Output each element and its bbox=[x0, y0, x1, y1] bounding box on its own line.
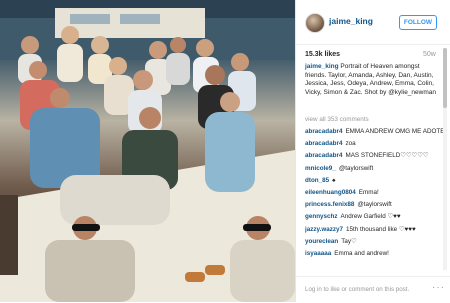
comment-username[interactable]: jazzy.wazzy7 bbox=[305, 226, 343, 233]
group-photo-illustration bbox=[0, 0, 295, 302]
post-header: jaime_king FOLLOW bbox=[296, 0, 450, 45]
comment-text: Emma and andrew! bbox=[334, 249, 389, 257]
comment-list: abracadabr4EMMA ANDREW OMG ME ADOTEM I L… bbox=[305, 126, 443, 260]
comment-username[interactable]: gennyschz bbox=[305, 213, 338, 220]
more-options-icon[interactable]: ··· bbox=[432, 282, 445, 293]
comment-item: youreclean Tay♡ bbox=[305, 236, 443, 248]
comment-item: mnicole9_ @taylorswift bbox=[305, 163, 443, 175]
comment-username[interactable]: princess.fenix88 bbox=[305, 201, 354, 208]
comment-text: 15th thousand like ♡♥♥♥ bbox=[346, 225, 416, 233]
post-age[interactable]: 50w bbox=[423, 51, 436, 58]
post-caption: jaime_king Portrait of Heaven amongst fr… bbox=[305, 63, 439, 97]
comment-item: abracadabr4 MAS STONEFIELD♡♡♡♡♡ bbox=[305, 150, 443, 162]
post-sidebar: jaime_king FOLLOW 15.3k likes 50w jaime_… bbox=[295, 0, 450, 302]
comment-text: @taylorswift bbox=[338, 164, 374, 172]
comment-username[interactable]: abracadabr4 bbox=[305, 140, 342, 147]
comment-text: Emma! bbox=[358, 188, 379, 196]
scrollbar-thumb[interactable] bbox=[443, 48, 447, 108]
comment-username[interactable]: mnicole9_ bbox=[305, 165, 336, 172]
comment-username[interactable]: abracadabr4 bbox=[305, 128, 342, 135]
login-prompt[interactable]: Log in to like or comment on this post. bbox=[305, 286, 409, 293]
comment-username[interactable]: isyaaaaa bbox=[305, 250, 331, 257]
comment-text: MAS STONEFIELD♡♡♡♡♡ bbox=[345, 152, 429, 160]
post-footer: Log in to like or comment on this post. … bbox=[296, 276, 450, 303]
caption-username[interactable]: jaime_king bbox=[305, 63, 339, 70]
comment-item: isyaaaaa Emma and andrew! bbox=[305, 248, 443, 260]
comment-item: gennyschz Andrew Garfield ♡♥♥ bbox=[305, 211, 443, 223]
comment-item: jazzy.wazzy7 15th thousand like ♡♥♥♥ bbox=[305, 224, 443, 236]
comment-username[interactable]: youreclean bbox=[305, 238, 338, 245]
comment-item: dton_85 ♠ bbox=[305, 175, 443, 187]
comment-item: princess.fenix88 @taylorswift bbox=[305, 199, 443, 211]
comment-username[interactable]: abracadabr4 bbox=[305, 152, 342, 159]
comment-text: EMMA ANDREW OMG ME ADOTEM I LOVE YOU bbox=[345, 128, 443, 135]
likes-count[interactable]: 15.3k likes bbox=[305, 51, 340, 58]
post-username[interactable]: jaime_king bbox=[329, 16, 373, 26]
comment-item: abracadabr4 zoa bbox=[305, 138, 443, 150]
view-all-comments-link[interactable]: view all 353 comments bbox=[305, 116, 369, 123]
comment-text: Andrew Garfield ♡♥♥ bbox=[340, 213, 401, 221]
comment-item: abracadabr4EMMA ANDREW OMG ME ADOTEM I L… bbox=[305, 126, 443, 138]
comment-text: Tay♡ bbox=[341, 237, 357, 245]
avatar[interactable] bbox=[305, 13, 325, 33]
comment-text: @taylorswift bbox=[357, 201, 392, 209]
post-photo[interactable] bbox=[0, 0, 295, 302]
comment-text: ♠ bbox=[332, 176, 336, 184]
comments-scrollbar[interactable] bbox=[443, 48, 447, 270]
comment-text: zoa bbox=[345, 140, 356, 148]
comment-username[interactable]: eileenhuang0804 bbox=[305, 189, 356, 196]
follow-button[interactable]: FOLLOW bbox=[399, 15, 437, 30]
comment-item: eileenhuang0804 Emma! bbox=[305, 187, 443, 199]
comment-username[interactable]: dton_85 bbox=[305, 177, 329, 184]
